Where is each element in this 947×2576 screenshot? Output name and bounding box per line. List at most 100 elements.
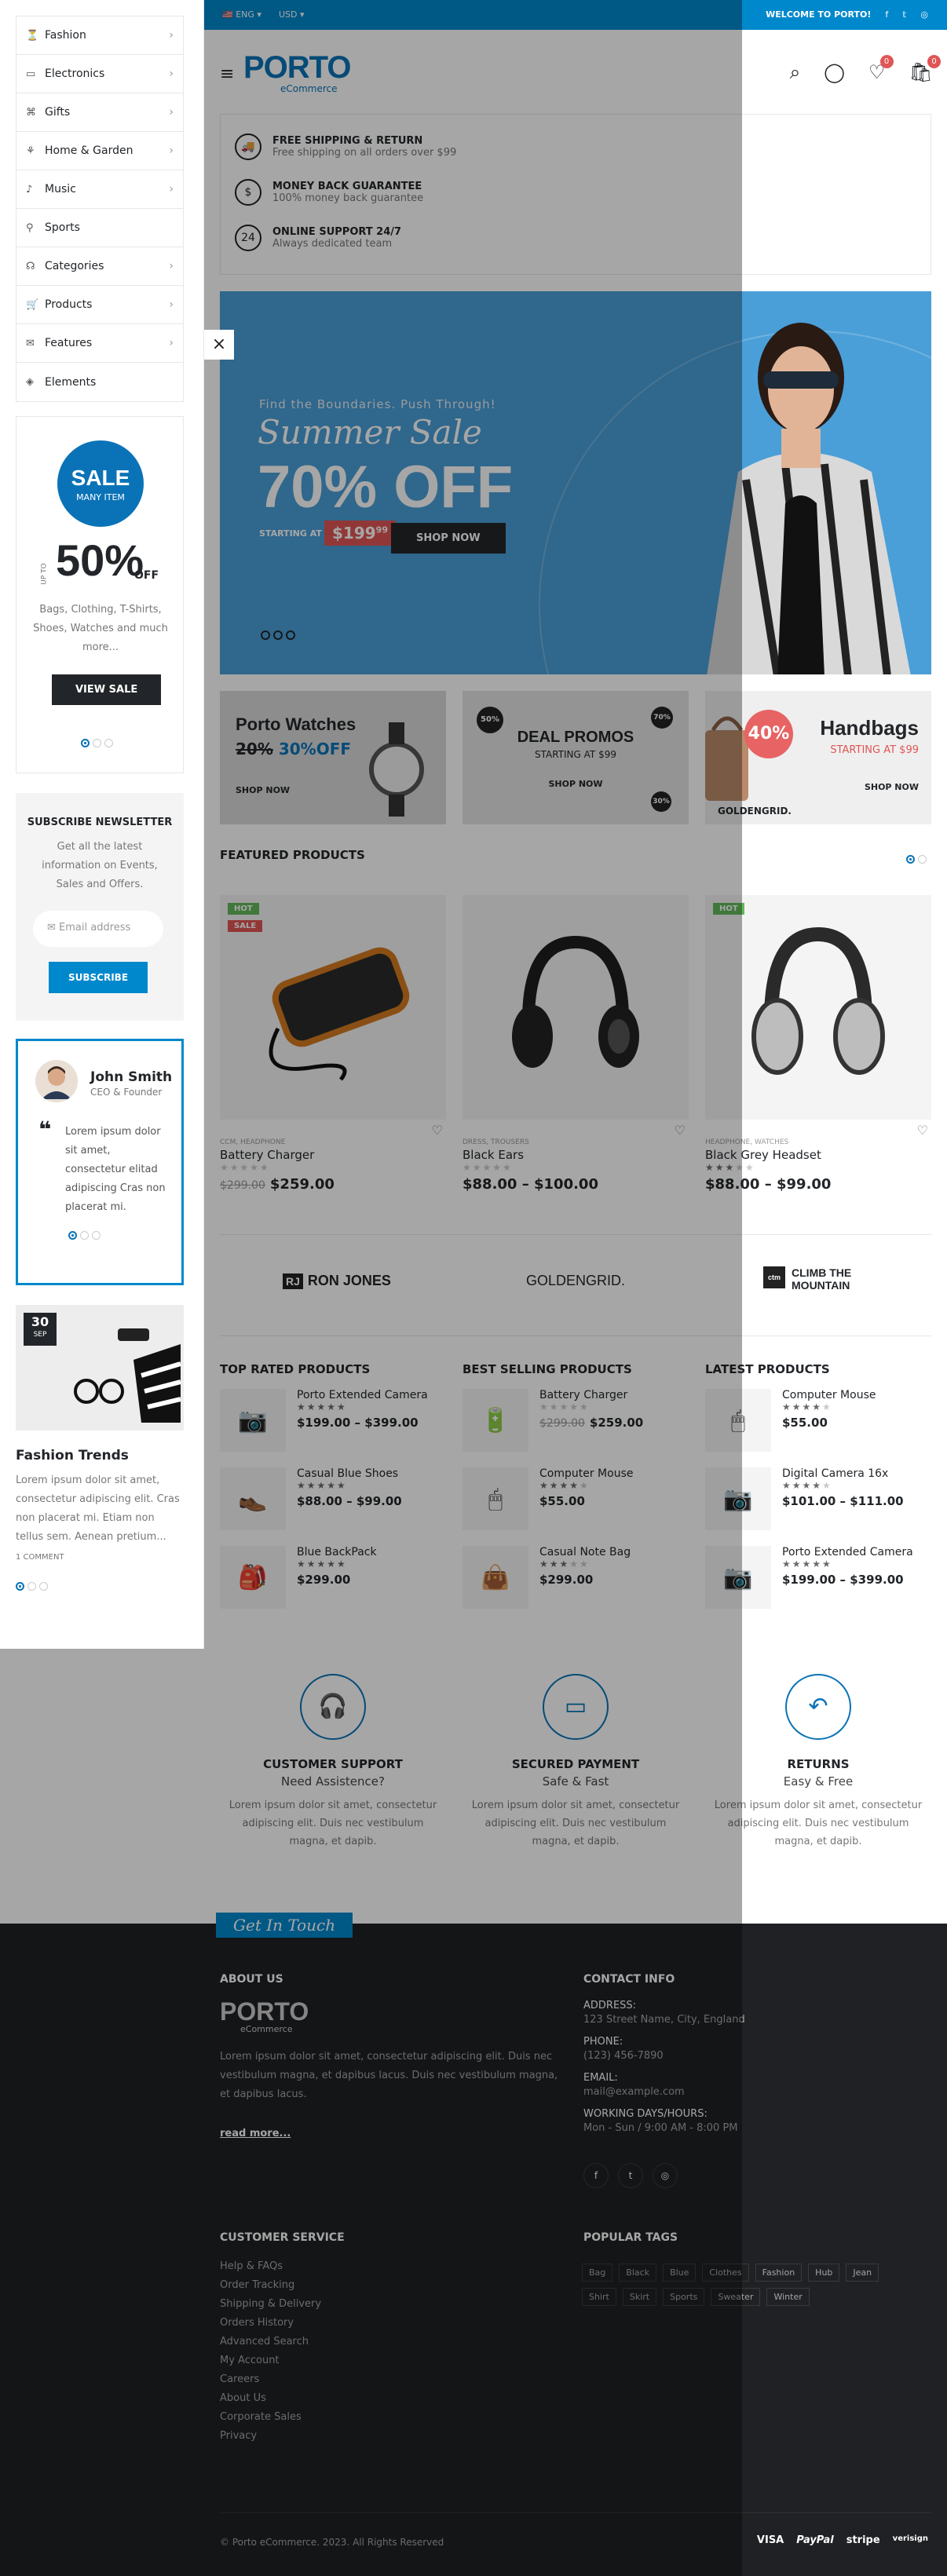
newsletter-email-input[interactable]: ✉ Email address: [33, 911, 163, 947]
list-item[interactable]: 👞 Casual Blue Shoes ★★★★★ $88.00 – $99.00: [220, 1467, 446, 1530]
footer-link[interactable]: Order Tracking: [220, 2276, 321, 2295]
slider-dot[interactable]: [68, 1231, 77, 1240]
list-item[interactable]: 🔋 Battery Charger ★★★★★ $299.00 $259.00: [463, 1389, 689, 1452]
brand-logo[interactable]: RJ RON JONES: [283, 1273, 391, 1289]
backpack-icon: 🎒: [220, 1546, 286, 1609]
tag-link[interactable]: Bag: [582, 2264, 613, 2282]
tag-link[interactable]: Hub: [808, 2264, 840, 2282]
slider-dot[interactable]: [93, 739, 101, 747]
hero-slider[interactable]: Find the Boundaries. Push Through! Summe…: [220, 291, 931, 674]
facebook-icon[interactable]: f: [583, 2163, 609, 2188]
footer-link[interactable]: Corporate Sales: [220, 2408, 321, 2427]
logo[interactable]: PORTO eCommerce: [243, 52, 352, 94]
sidebar-item-features[interactable]: ✉ Features ›: [16, 324, 183, 363]
footer-link[interactable]: Shipping & Delivery: [220, 2295, 321, 2314]
sidebar-item-elements[interactable]: ◈ Elements: [16, 363, 183, 401]
twitter-icon[interactable]: 𝕥: [902, 9, 906, 20]
sidebar-item-products[interactable]: 🛒 Products ›: [16, 286, 183, 324]
list-item[interactable]: 👜 Casual Note Bag ★★★★★ $299.00: [463, 1546, 689, 1609]
menu-toggle-icon[interactable]: ≡: [220, 64, 234, 84]
language-select[interactable]: 🇺🇸 ENG ▾: [222, 9, 261, 20]
banner-bags-shop-now[interactable]: SHOP NOW: [865, 782, 919, 792]
dollar-icon: $: [235, 179, 261, 206]
footer-link[interactable]: Careers: [220, 2370, 321, 2389]
support-24-icon: 24: [235, 225, 261, 251]
tag-link[interactable]: Skirt: [622, 2288, 657, 2306]
tag-link[interactable]: Jean: [846, 2264, 879, 2282]
list-item[interactable]: 📷 Porto Extended Camera ★★★★★ $199.00 – $39…: [705, 1546, 931, 1609]
slider-dot[interactable]: [906, 855, 915, 864]
currency-select[interactable]: USD ▾: [279, 9, 305, 20]
slider-dot[interactable]: [104, 739, 113, 747]
wishlist-icon[interactable]: ♡ 0: [868, 55, 894, 83]
close-sidebar-button[interactable]: ×: [204, 330, 234, 360]
footer-link[interactable]: Orders History: [220, 2314, 321, 2333]
brand-logo[interactable]: GOLDENGRID.: [526, 1273, 625, 1289]
best-selling-list: BEST SELLING PRODUCTS 🔋 Battery Charger ★★…: [463, 1362, 689, 1624]
list-item[interactable]: 🖱 Computer Mouse ★★★★★ $55.00: [705, 1389, 931, 1452]
slider-dot[interactable]: [273, 630, 283, 640]
slider-dot[interactable]: [27, 1582, 36, 1591]
slider-dot[interactable]: [16, 1582, 24, 1591]
sidebar-item-categories[interactable]: ☊ Categories ›: [16, 247, 183, 286]
slider-dot[interactable]: [918, 855, 927, 864]
footer-link[interactable]: Advanced Search: [220, 2333, 321, 2351]
sidebar-item-home-garden[interactable]: ⚘ Home & Garden ›: [16, 132, 183, 170]
tag-link[interactable]: Shirt: [582, 2288, 616, 2306]
tag-link[interactable]: Black: [619, 2264, 657, 2282]
cart-icon[interactable]: 🛍 0: [909, 55, 941, 83]
tag-link[interactable]: Sports: [663, 2288, 705, 2306]
wishlist-heart-icon[interactable]: ♡: [675, 1123, 686, 1138]
twitter-icon[interactable]: t: [618, 2163, 643, 2188]
chevron-right-icon: ›: [169, 298, 174, 311]
list-item[interactable]: 📷 Porto Extended Camera ★★★★★ $199.00 – $39…: [220, 1389, 446, 1452]
sidebar-item-fashion[interactable]: ⏳ Fashion ›: [16, 16, 183, 55]
list-item[interactable]: 📷 Digital Camera 16x ★★★★★ $101.00 – $111.0…: [705, 1467, 931, 1530]
view-sale-button[interactable]: VIEW SALE: [52, 674, 162, 705]
sidebar-item-music[interactable]: ♪ Music ›: [16, 170, 183, 209]
hero-shop-now-button[interactable]: SHOP NOW: [391, 523, 506, 554]
footer-logo[interactable]: PORTO eCommerce: [220, 1999, 309, 2034]
slider-dot[interactable]: [80, 1231, 89, 1240]
banner-watches[interactable]: Porto Watches 20% 30%OFF SHOP NOW: [220, 691, 446, 824]
product-card[interactable]: HOT ♡ HEADPHONE, WATCHES Black Grey Head…: [705, 895, 931, 1193]
tag-link[interactable]: Winter: [766, 2288, 810, 2306]
wishlist-heart-icon[interactable]: ♡: [432, 1123, 443, 1138]
wishlist-heart-icon[interactable]: ♡: [917, 1123, 928, 1138]
truck-icon: 🚚: [235, 133, 261, 160]
slider-dot[interactable]: [81, 739, 90, 747]
slider-dot[interactable]: [39, 1582, 48, 1591]
instagram-icon[interactable]: ◎: [920, 9, 928, 20]
sidebar-item-sports[interactable]: ⚲ Sports: [16, 209, 183, 247]
list-item[interactable]: 🎒 Blue BackPack ★★★★★ $299.00: [220, 1546, 446, 1609]
banner-deals-shop-now[interactable]: SHOP NOW: [463, 779, 689, 789]
footer-link[interactable]: Help & FAQs: [220, 2257, 321, 2276]
banner-deal-promos[interactable]: 50% 70% DEAL PROMOS STARTING AT $99 SHOP…: [463, 691, 689, 824]
tag-link[interactable]: Fashion: [755, 2264, 803, 2282]
tag-link[interactable]: Blue: [663, 2264, 697, 2282]
banner-handbags[interactable]: 40% Handbags STARTING AT $99 SHOP NOW GO…: [705, 691, 931, 824]
brand-logo[interactable]: ctm CLIMB THE MOUNTAIN: [763, 1266, 881, 1292]
sidebar-item-electronics[interactable]: ▭ Electronics ›: [16, 55, 183, 93]
list-item[interactable]: 🖱 Computer Mouse ★★★★★ $55.00: [463, 1467, 689, 1530]
instagram-icon[interactable]: ◎: [653, 2163, 678, 2188]
sidebar-item-gifts[interactable]: ⌘ Gifts ›: [16, 93, 183, 132]
slider-dot[interactable]: [286, 630, 295, 640]
banner-watches-shop-now[interactable]: SHOP NOW: [236, 785, 290, 795]
footer-link[interactable]: Privacy: [220, 2427, 321, 2446]
read-more-link[interactable]: read more...: [220, 2125, 291, 2143]
blog-image[interactable]: 30 SEP: [16, 1305, 184, 1431]
tag-link[interactable]: Sweater: [711, 2288, 761, 2306]
slider-dot[interactable]: [92, 1231, 101, 1240]
product-card[interactable]: HOT SALE ♡ CCM, HEADPHONE Battery Charge…: [220, 895, 446, 1193]
tag-link[interactable]: Clothes: [702, 2264, 749, 2282]
account-icon[interactable]: ◯: [824, 61, 845, 83]
product-card[interactable]: ♡ DRESS, TROUSERS Black Ears ★★★★★ $88.0…: [463, 895, 689, 1193]
slider-dot[interactable]: [261, 630, 270, 640]
footer-link[interactable]: About Us: [220, 2389, 321, 2408]
footer-link[interactable]: My Account: [220, 2351, 321, 2370]
blog-title[interactable]: Fashion Trends: [16, 1448, 184, 1463]
facebook-icon[interactable]: f: [885, 9, 888, 20]
search-icon[interactable]: ⌕: [790, 61, 800, 83]
subscribe-button[interactable]: SUBSCRIBE: [49, 962, 148, 993]
